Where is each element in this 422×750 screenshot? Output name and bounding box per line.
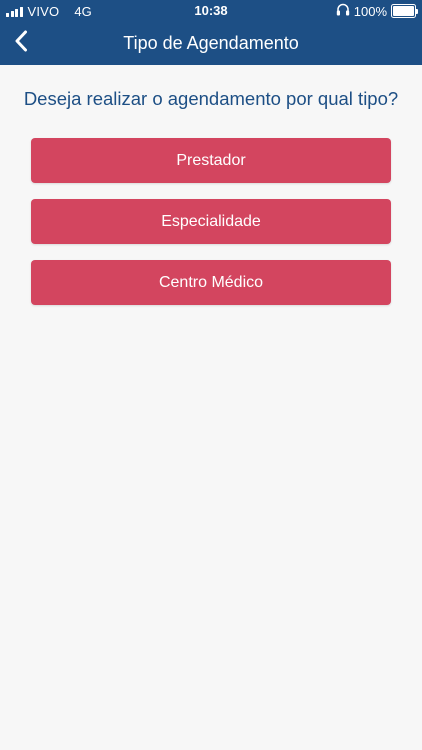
headphones-icon <box>336 3 350 19</box>
navigation-bar: Tipo de Agendamento <box>0 22 422 65</box>
battery-percent: 100% <box>353 3 387 19</box>
page-title: Tipo de Agendamento <box>123 33 299 53</box>
prestador-button[interactable]: Prestador <box>31 138 391 183</box>
question-text: Deseja realizar o agendamento por qual t… <box>23 88 399 109</box>
battery-icon <box>391 4 418 18</box>
centro-medico-button-label: Centro Médico <box>158 273 264 291</box>
battery-level <box>393 6 414 16</box>
especialidade-button[interactable]: Especialidade <box>31 199 391 244</box>
status-right: 100% <box>336 3 418 19</box>
back-button[interactable] <box>4 26 38 60</box>
especialidade-button-label: Especialidade <box>161 212 261 230</box>
centro-medico-button[interactable]: Centro Médico <box>31 260 391 305</box>
top-bar: VIVO 4G 10:38 100% Tipo de Agendamento <box>0 0 422 65</box>
chevron-left-icon <box>14 30 28 57</box>
prestador-button-label: Prestador <box>176 151 246 169</box>
status-bar: VIVO 4G 10:38 100% <box>0 0 422 22</box>
